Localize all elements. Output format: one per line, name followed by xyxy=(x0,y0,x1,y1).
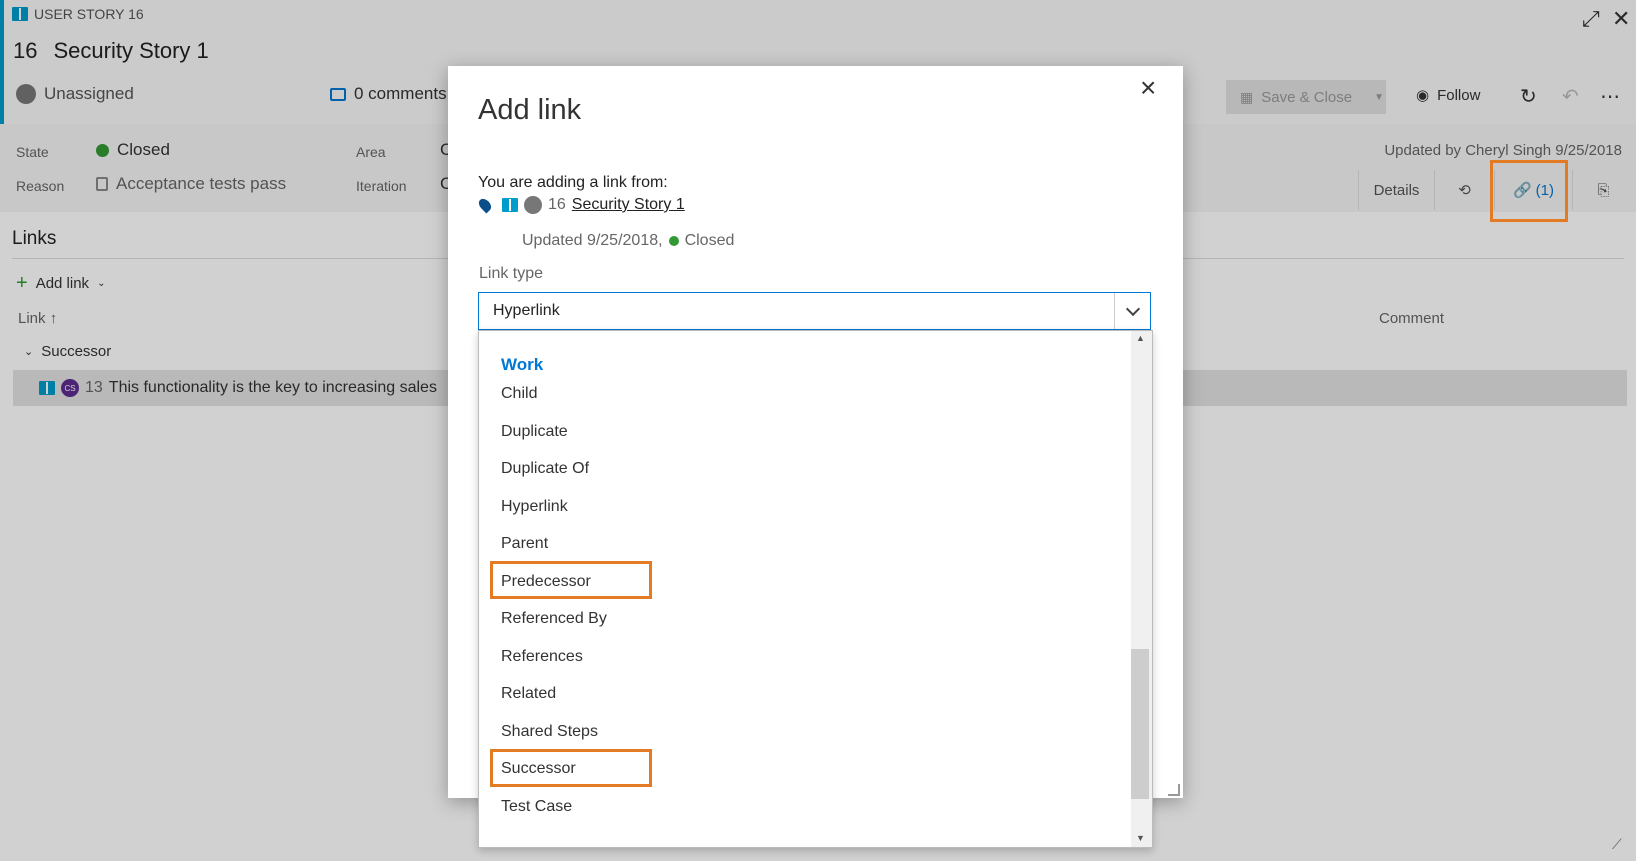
source-state: Closed xyxy=(684,232,735,249)
state-dot xyxy=(668,236,679,246)
dialog-title: Add link xyxy=(478,94,582,126)
list-item[interactable]: Related xyxy=(501,675,1101,713)
source-updated: Updated 9/25/2018, xyxy=(522,232,663,249)
link-type-dropdown: ~~ Work Child Duplicate Duplicate Of Hyp… xyxy=(478,330,1153,848)
source-title-link[interactable]: Security Story 1 xyxy=(572,196,685,214)
resize-grip-icon[interactable] xyxy=(1168,784,1180,796)
link-type-label: Link type xyxy=(479,265,544,282)
source-meta: Updated 9/25/2018, Closed xyxy=(522,232,734,250)
scroll-up-icon[interactable]: ▲ xyxy=(1136,333,1145,343)
list-item[interactable]: Duplicate Of xyxy=(501,450,1101,488)
close-icon[interactable]: × xyxy=(1140,74,1156,102)
list-item[interactable]: Parent xyxy=(501,525,1101,563)
link-type-value: Hyperlink xyxy=(493,302,560,319)
source-work-item: 16 Security Story 1 xyxy=(476,196,685,214)
link-type-select[interactable]: Hyperlink xyxy=(478,292,1151,330)
chevron-down-icon[interactable] xyxy=(1114,293,1150,329)
pin-icon xyxy=(476,196,494,214)
avatar xyxy=(524,196,542,214)
list-item[interactable]: Child xyxy=(501,375,1101,413)
highlight-box-successor xyxy=(490,749,652,787)
highlight-box-predecessor xyxy=(490,561,652,599)
list-item[interactable]: Shared Steps xyxy=(501,713,1101,751)
list-item-clipped: ~~ xyxy=(479,331,1127,345)
list-item[interactable]: Hyperlink xyxy=(501,488,1101,526)
scrollbar-thumb[interactable] xyxy=(1131,649,1149,799)
highlight-box-links-tab xyxy=(1490,160,1568,222)
group-header-work: Work xyxy=(501,355,544,374)
source-id: 16 xyxy=(548,196,566,213)
list-item[interactable]: References xyxy=(501,638,1101,676)
list-item[interactable]: Duplicate xyxy=(501,413,1101,451)
list-item[interactable]: Referenced By xyxy=(501,600,1101,638)
list-item[interactable]: Test Case xyxy=(501,788,1101,826)
book-icon xyxy=(502,198,518,212)
scroll-down-icon[interactable]: ▼ xyxy=(1136,833,1145,843)
adding-from-text: You are adding a link from: xyxy=(478,174,668,191)
